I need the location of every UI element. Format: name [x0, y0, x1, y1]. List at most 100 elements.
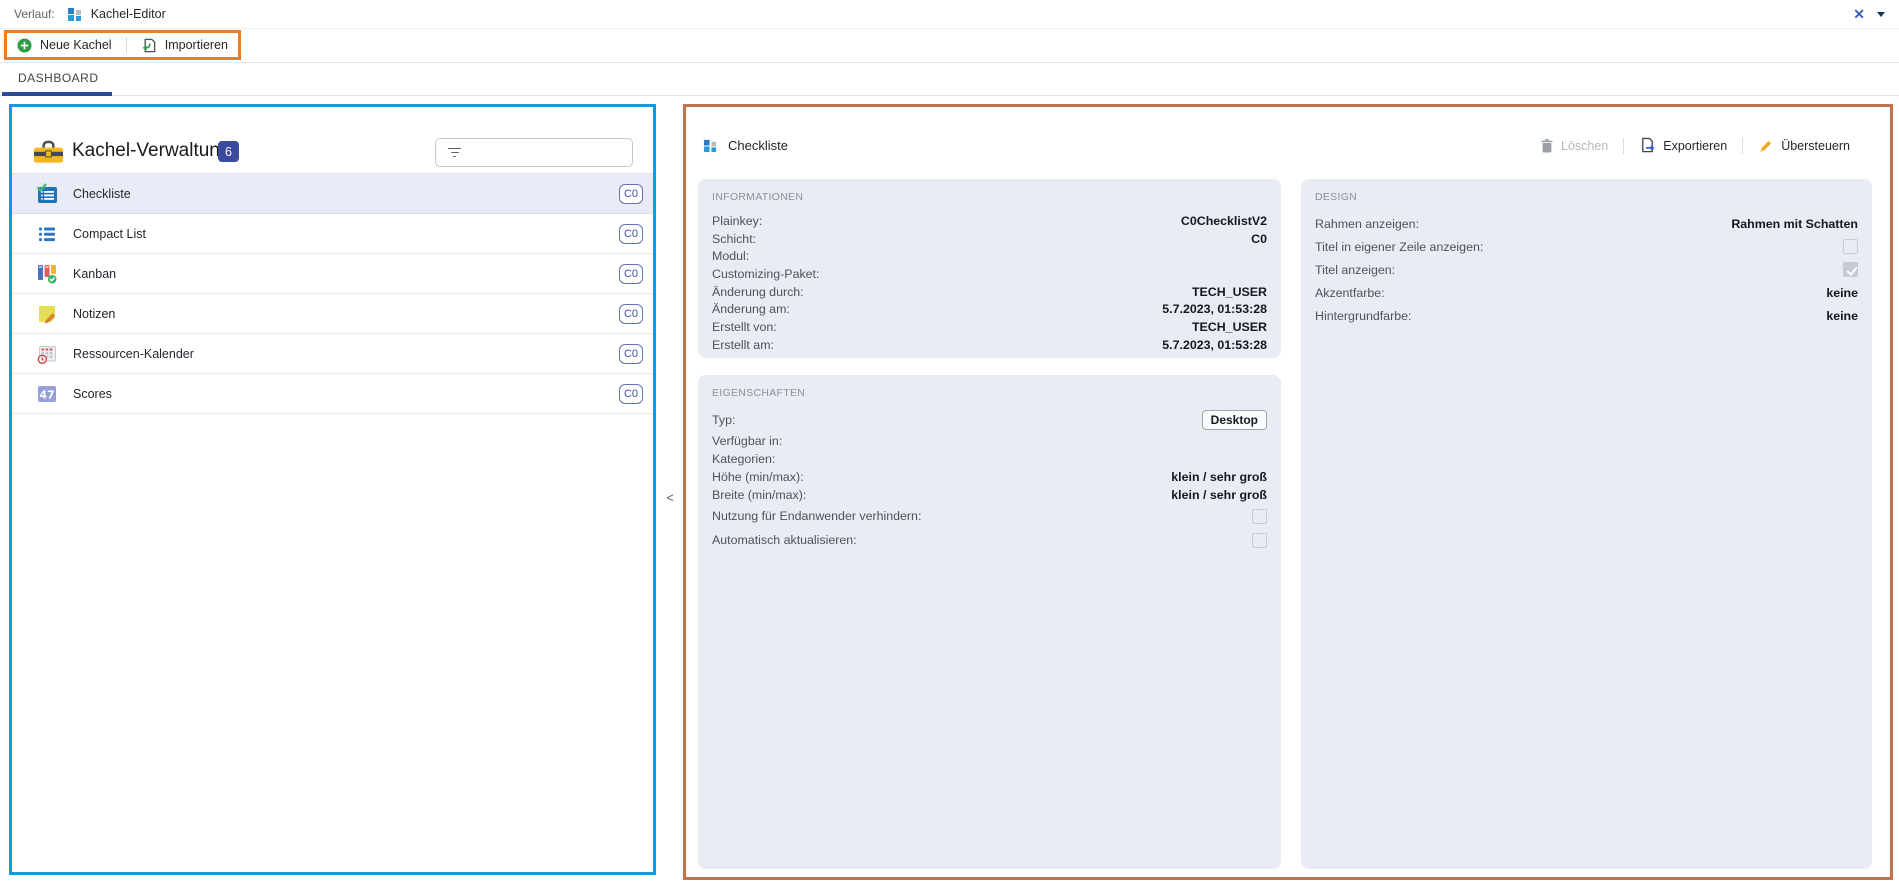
- actions-divider: [1623, 138, 1624, 154]
- import-icon: [140, 37, 157, 54]
- tile-management-panel: Kachel-Verwaltung 6 Checkliste: [9, 104, 656, 875]
- layer-badge: C0: [619, 224, 643, 244]
- kanban-tile-icon: [36, 263, 58, 285]
- chevron-down-icon[interactable]: [1877, 12, 1885, 17]
- filter-box[interactable]: [435, 138, 633, 167]
- design-row: Rahmen anzeigen: Rahmen mit Schatten: [1315, 212, 1858, 235]
- section-title: DESIGN: [1315, 191, 1858, 203]
- property-row-checkbox: Automatisch aktualisieren:: [712, 528, 1267, 552]
- override-button[interactable]: Übersteuern: [1758, 138, 1850, 154]
- toolbar-highlight-annotation: Neue Kachel Importieren: [4, 30, 241, 60]
- tab-strip: DASHBOARD: [0, 63, 1899, 96]
- property-row: Breite (min/max): klein / sehr groß: [712, 486, 1267, 504]
- chevron-left-icon: <: [666, 490, 674, 505]
- layer-badge: C0: [619, 344, 643, 364]
- pencil-icon: [1758, 138, 1774, 154]
- collapse-panel-handle[interactable]: <: [659, 485, 681, 509]
- scores-tile-icon: 47: [36, 383, 58, 405]
- delete-button[interactable]: Löschen: [1540, 138, 1608, 153]
- checkbox-prevent-enduser[interactable]: [1252, 509, 1267, 524]
- panel-title: Kachel-Verwaltung: [72, 140, 230, 162]
- active-tab-underline: [2, 92, 112, 96]
- layer-badge: C0: [619, 384, 643, 404]
- list-item-label: Ressourcen-Kalender: [73, 347, 619, 361]
- list-item-checkliste[interactable]: Checkliste C0: [12, 174, 653, 214]
- item-count-badge: 6: [218, 141, 239, 162]
- information-card: INFORMATIONEN Plainkey: C0ChecklistV2 Sc…: [698, 179, 1281, 358]
- list-item-label: Kanban: [73, 267, 619, 281]
- design-row-checkbox: Titel in eigener Zeile anzeigen:: [1315, 235, 1858, 258]
- info-row: Plainkey: C0ChecklistV2: [712, 212, 1267, 230]
- trash-icon: [1540, 138, 1554, 153]
- layer-badge: C0: [619, 264, 643, 284]
- export-button[interactable]: Exportieren: [1639, 137, 1727, 154]
- info-row: Modul:: [712, 247, 1267, 265]
- tile-management-header: Kachel-Verwaltung 6: [12, 107, 653, 173]
- close-icon[interactable]: ✕: [1853, 7, 1865, 21]
- filter-icon: [448, 148, 461, 158]
- toolbox-icon: [33, 140, 64, 164]
- property-row-typ: Typ: Desktop: [712, 408, 1267, 432]
- list-item-label: Notizen: [73, 307, 619, 321]
- property-row: Verfügbar in:: [712, 432, 1267, 450]
- section-title: EIGENSCHAFTEN: [712, 387, 1267, 399]
- info-row: Änderung durch: TECH_USER: [712, 283, 1267, 301]
- resource-calendar-tile-icon: [36, 343, 58, 365]
- detail-title: Checkliste: [728, 138, 788, 153]
- new-tile-button[interactable]: Neue Kachel: [17, 38, 112, 53]
- tab-dashboard[interactable]: DASHBOARD: [18, 71, 99, 85]
- property-row: Kategorien:: [712, 450, 1267, 468]
- info-row: Customizing-Paket:: [712, 265, 1267, 283]
- title-bar: Verlauf: Kachel-Editor ✕: [0, 0, 1899, 29]
- info-row: Schicht: C0: [712, 230, 1267, 248]
- properties-card: EIGENSCHAFTEN Typ: Desktop Verfügbar in:…: [698, 375, 1281, 869]
- list-item-ressourcen-kalender[interactable]: Ressourcen-Kalender C0: [12, 334, 653, 374]
- info-row: Änderung am: 5.7.2023, 01:53:28: [712, 300, 1267, 318]
- import-label: Importieren: [165, 38, 228, 52]
- app-title: Kachel-Editor: [91, 7, 166, 21]
- list-item-label: Scores: [73, 387, 619, 401]
- notes-tile-icon: [36, 303, 58, 325]
- list-item-kanban[interactable]: Kanban C0: [12, 254, 653, 294]
- checkbox-title-own-line[interactable]: [1843, 239, 1858, 254]
- design-row-checkbox: Titel anzeigen:: [1315, 258, 1858, 281]
- property-row-checkbox: Nutzung für Endanwender verhindern:: [712, 504, 1267, 528]
- list-item-scores[interactable]: 47 Scores C0: [12, 374, 653, 414]
- property-row: Höhe (min/max): klein / sehr groß: [712, 468, 1267, 486]
- history-label: Verlauf:: [14, 7, 55, 21]
- list-item-label: Checkliste: [73, 187, 619, 201]
- tile-icon: [703, 138, 718, 153]
- import-button[interactable]: Importieren: [140, 37, 228, 54]
- checkbox-show-title[interactable]: [1843, 262, 1858, 277]
- type-badge: Desktop: [1202, 410, 1267, 430]
- plus-circle-icon: [17, 38, 32, 53]
- detail-actions: Löschen Exportieren Übersteuern: [1540, 137, 1850, 154]
- layer-badge: C0: [619, 184, 643, 204]
- tile-list: Checkliste C0 Compact List C0: [12, 173, 653, 414]
- export-icon: [1639, 137, 1656, 154]
- design-row: Hintergrundfarbe: keine: [1315, 304, 1858, 327]
- list-item-label: Compact List: [73, 227, 619, 241]
- list-item-compact-list[interactable]: Compact List C0: [12, 214, 653, 254]
- filter-input[interactable]: [469, 139, 632, 166]
- compact-list-tile-icon: [36, 223, 58, 245]
- svg-text:47: 47: [39, 388, 54, 401]
- info-row: Erstellt am: 5.7.2023, 01:53:28: [712, 336, 1267, 354]
- section-title: INFORMATIONEN: [712, 191, 1267, 203]
- toolbar: Neue Kachel Importieren: [0, 29, 1899, 63]
- design-card: DESIGN Rahmen anzeigen: Rahmen mit Schat…: [1301, 179, 1872, 869]
- override-label: Übersteuern: [1781, 139, 1850, 153]
- tile-app-icon: [67, 6, 83, 22]
- list-item-notizen[interactable]: Notizen C0: [12, 294, 653, 334]
- layer-badge: C0: [619, 304, 643, 324]
- checkbox-auto-refresh[interactable]: [1252, 533, 1267, 548]
- actions-divider: [1742, 138, 1743, 154]
- detail-header: Checkliste: [703, 138, 788, 153]
- window-controls: ✕: [1853, 7, 1885, 21]
- info-row: Erstellt von: TECH_USER: [712, 318, 1267, 336]
- delete-label: Löschen: [1561, 139, 1608, 153]
- export-label: Exportieren: [1663, 139, 1727, 153]
- tile-detail-panel: Checkliste Löschen Exportieren: [683, 104, 1893, 880]
- checklist-tile-icon: [36, 183, 58, 205]
- design-row: Akzentfarbe: keine: [1315, 281, 1858, 304]
